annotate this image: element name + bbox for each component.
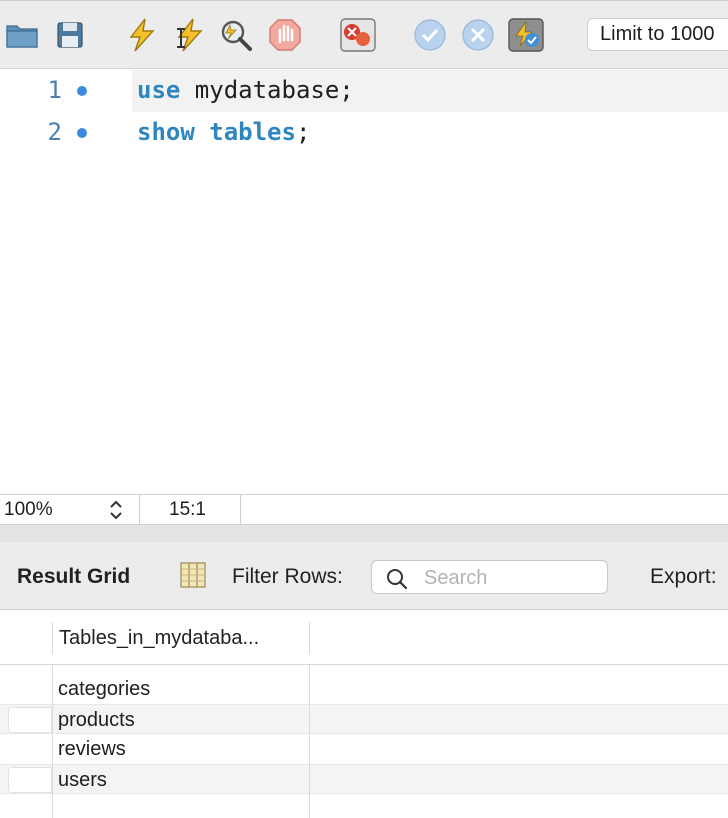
row-selector[interactable]: [8, 767, 52, 793]
table-row[interactable]: categories: [0, 674, 728, 704]
status-divider: [139, 495, 140, 525]
filter-search-input[interactable]: [424, 565, 600, 591]
code-text: show tables;: [137, 118, 310, 146]
query-toolbar: Limit to 1000: [0, 0, 728, 69]
zoom-level[interactable]: 100%: [4, 499, 53, 521]
line-number: 2: [47, 118, 62, 146]
header-divider: [0, 664, 728, 665]
table-cell[interactable]: reviews: [58, 738, 126, 761]
table-row[interactable]: users: [0, 764, 728, 794]
line-number: 1: [47, 76, 62, 104]
rollback-x-icon[interactable]: [460, 17, 496, 53]
statement-marker-icon: [77, 86, 87, 96]
search-icon: [387, 569, 408, 590]
cursor-position: 15:1: [169, 499, 206, 520]
grid-layout-icon[interactable]: [179, 561, 207, 589]
chevron-updown-icon[interactable]: [106, 498, 126, 522]
execute-all-lightning-icon[interactable]: [124, 17, 160, 53]
table-row[interactable]: reviews: [0, 734, 728, 764]
status-divider: [240, 495, 241, 525]
sql-text: mydatabase;: [180, 76, 354, 104]
commit-check-icon[interactable]: [412, 17, 448, 53]
column-divider: [309, 665, 310, 818]
column-header[interactable]: Tables_in_mydataba...: [52, 622, 310, 654]
editor-status-bar: 100% 15:1: [0, 494, 728, 525]
save-icon[interactable]: [52, 17, 88, 53]
code-text: use mydatabase;: [137, 76, 354, 104]
sql-keyword: use: [137, 76, 181, 104]
export-label: Export:: [650, 565, 717, 588]
explain-magnifier-icon[interactable]: [218, 17, 254, 53]
sql-keyword: show tables: [137, 118, 296, 146]
execute-current-lightning-icon[interactable]: [170, 17, 206, 53]
autocommit-toggle-icon[interactable]: [508, 17, 544, 53]
table-cell[interactable]: products: [58, 709, 135, 732]
stop-hand-icon[interactable]: [267, 17, 303, 53]
table-cell[interactable]: users: [58, 769, 107, 792]
filter-rows-label: Filter Rows:: [232, 565, 343, 588]
filter-search-box[interactable]: [371, 560, 608, 594]
toggle-error-continue-icon[interactable]: [340, 17, 376, 53]
result-toolbar: Result Grid Filter Rows: Export:: [0, 542, 728, 610]
column-divider: [52, 665, 53, 818]
table-cell[interactable]: categories: [58, 678, 150, 701]
table-row[interactable]: products: [0, 704, 728, 734]
row-selector[interactable]: [8, 707, 52, 733]
code-line[interactable]: 2 show tables;: [0, 112, 728, 154]
limit-rows-select[interactable]: Limit to 1000: [587, 18, 728, 51]
statement-marker-icon: [77, 128, 87, 138]
result-grid-title[interactable]: Result Grid: [17, 565, 130, 589]
code-line[interactable]: 1 use mydatabase;: [0, 70, 728, 112]
panel-splitter[interactable]: [0, 524, 728, 542]
result-grid: Tables_in_mydataba... categories product…: [0, 610, 728, 818]
sql-editor[interactable]: 1 use mydatabase; 2 show tables;: [0, 70, 728, 494]
sql-text: ;: [295, 118, 311, 146]
open-folder-icon[interactable]: [4, 17, 40, 53]
